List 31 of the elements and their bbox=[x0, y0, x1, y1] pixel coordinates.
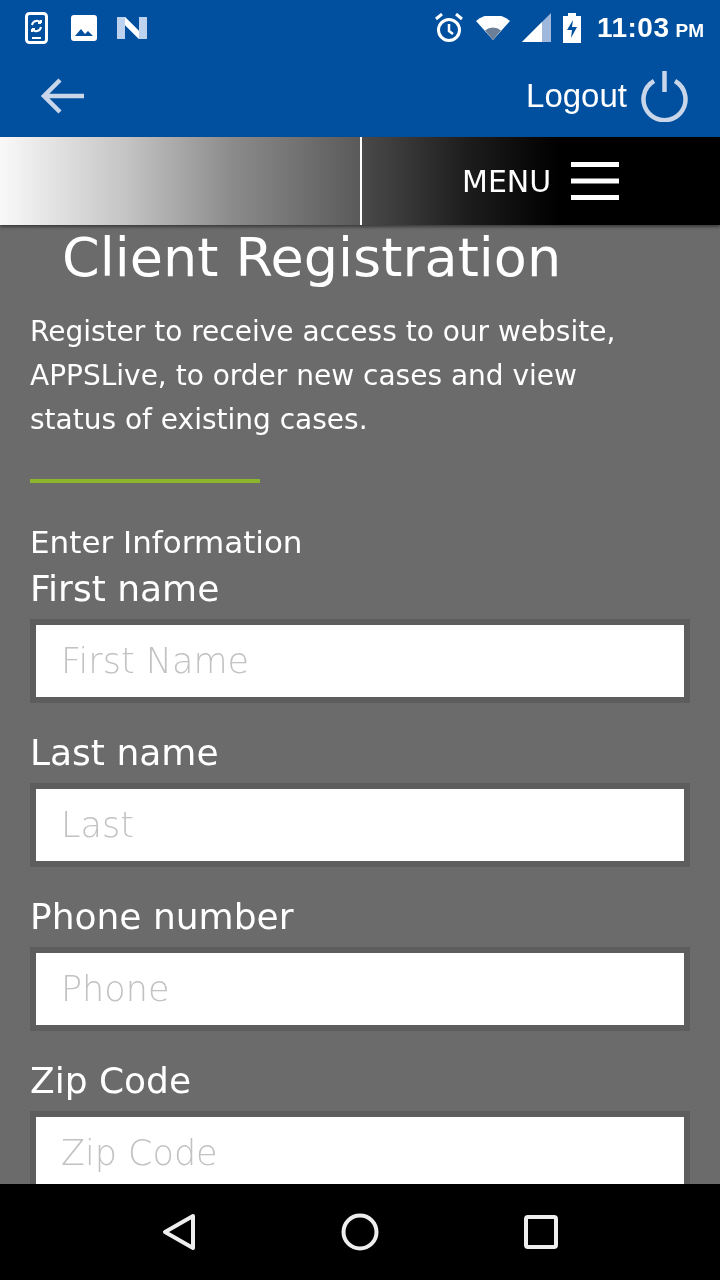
image-icon bbox=[71, 14, 97, 41]
signal-icon bbox=[521, 13, 551, 42]
home-circle-icon bbox=[341, 1213, 379, 1251]
logout-button[interactable]: Logout bbox=[526, 70, 689, 122]
back-arrow-icon bbox=[40, 77, 86, 115]
clock-period: PM bbox=[675, 19, 704, 42]
back-button[interactable] bbox=[162, 1213, 197, 1251]
text-input[interactable]: First Name bbox=[30, 619, 690, 703]
power-icon bbox=[640, 70, 689, 122]
intro-text: Register to receive access to our website, APPSLive, to order new cases and view status of existing cases. bbox=[30, 314, 617, 438]
field-label: First name bbox=[30, 567, 221, 611]
n-logo-icon bbox=[117, 16, 147, 39]
home-button[interactable] bbox=[341, 1213, 379, 1251]
clock-time: 11:03 bbox=[596, 11, 670, 44]
page-title: Client Registration bbox=[62, 226, 563, 290]
battery-charging-icon bbox=[562, 12, 581, 43]
text-input[interactable]: Last bbox=[30, 783, 690, 867]
alarm-icon bbox=[433, 12, 464, 43]
text-input[interactable]: Phone bbox=[30, 947, 690, 1031]
field-label: Last name bbox=[30, 731, 220, 775]
recents-square-icon bbox=[523, 1215, 558, 1249]
menu-icon bbox=[571, 162, 620, 200]
text-input[interactable]: Zip Code bbox=[30, 1111, 690, 1184]
back-triangle-icon bbox=[162, 1213, 197, 1251]
menu-button[interactable]: MENU bbox=[462, 162, 620, 200]
wifi-icon bbox=[475, 15, 510, 40]
field-label: Phone number bbox=[30, 895, 295, 939]
field-label: Zip Code bbox=[30, 1059, 193, 1103]
phone-sync-icon bbox=[25, 11, 51, 44]
section-heading: Enter Information bbox=[30, 523, 304, 562]
recents-button[interactable] bbox=[523, 1215, 558, 1249]
